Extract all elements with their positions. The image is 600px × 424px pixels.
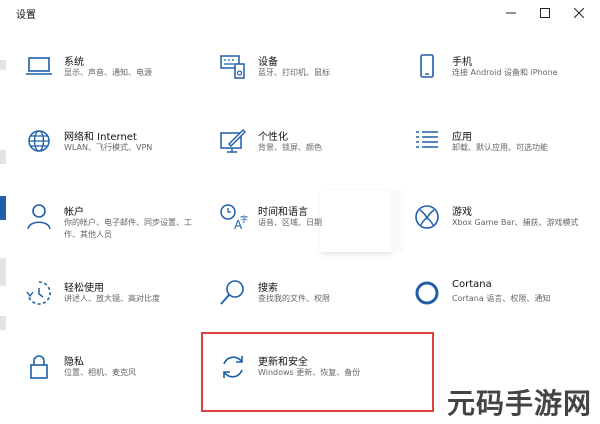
tile-search[interactable]: 搜索 查找我的文件、权限 <box>218 278 393 326</box>
tile-name: 手机 <box>452 57 472 68</box>
tile-phone[interactable]: 手机 连接 Android 设备和 iPhone <box>412 52 587 100</box>
tile-cortana[interactable]: Cortana Cortana 语言、权限、通知 <box>412 278 587 326</box>
tile-accounts[interactable]: 帐户 你的帐户、电子邮件、同步设置、工作、其他人员 <box>24 202 199 250</box>
person-icon <box>24 202 54 232</box>
laptop-icon <box>24 52 54 82</box>
background-window-edge <box>0 258 6 286</box>
tile-description: Windows 更新、恢复、备份 <box>258 368 361 377</box>
minimize-icon <box>506 12 516 14</box>
window-title: 设置 <box>16 10 36 21</box>
close-icon <box>574 8 584 18</box>
close-button[interactable] <box>562 0 596 26</box>
background-window-edge <box>0 60 6 70</box>
tile-description: 查找我的文件、权限 <box>258 294 330 303</box>
tile-name: 更新和安全 <box>258 357 308 368</box>
tile-description: Xbox Game Bar、捕获、游戏模式 <box>452 218 579 227</box>
time-language-icon: A字 <box>218 202 248 232</box>
personalization-icon <box>218 127 248 157</box>
tile-time-language[interactable]: A字 时间和语言 语音、区域、日期 <box>218 202 393 250</box>
background-window-edge <box>0 196 6 220</box>
ease-of-access-icon <box>24 278 54 308</box>
apps-icon <box>412 127 442 157</box>
tile-name: 系统 <box>64 57 84 68</box>
svg-text:字: 字 <box>240 214 248 224</box>
tile-name: 应用 <box>452 132 472 143</box>
watermark: 元码手游网 <box>446 387 592 420</box>
tile-name: 隐私 <box>64 357 84 368</box>
tile-name: 轻松使用 <box>64 283 104 294</box>
minimize-button[interactable] <box>494 0 528 26</box>
tile-apps[interactable]: 应用 卸载、默认应用、可选功能 <box>412 127 587 175</box>
tile-description: 位置、相机、麦克风 <box>64 368 136 377</box>
search-icon <box>218 278 248 308</box>
tile-privacy[interactable]: 隐私 位置、相机、麦克风 <box>24 352 199 400</box>
tile-description: 连接 Android 设备和 iPhone <box>452 68 558 77</box>
update-sync-icon <box>218 352 248 382</box>
tile-description: 蓝牙、打印机、鼠标 <box>258 68 330 77</box>
tile-name: 个性化 <box>258 132 288 143</box>
settings-window: 设置 系统 显示、声音、通知、电源 设备 蓝牙、打印机、鼠标 手机 连接 And… <box>0 0 600 424</box>
tile-personalization[interactable]: 个性化 背景、锁屏、颜色 <box>218 127 393 175</box>
tile-name: 时间和语言 <box>258 207 308 218</box>
cortana-icon <box>412 278 442 308</box>
globe-icon <box>24 127 54 157</box>
maximize-button[interactable] <box>528 0 562 26</box>
maximize-icon <box>540 8 550 18</box>
tile-update-security[interactable]: 更新和安全 Windows 更新、恢复、备份 <box>218 352 393 400</box>
tile-description: 卸载、默认应用、可选功能 <box>452 143 548 152</box>
tile-network[interactable]: 网络和 Internet WLAN、飞行模式、VPN <box>24 127 199 175</box>
tile-name: 设备 <box>258 57 278 68</box>
devices-icon <box>218 52 248 82</box>
title-bar: 设置 <box>0 0 600 26</box>
tile-description: 背景、锁屏、颜色 <box>258 143 322 152</box>
tile-description: 显示、声音、通知、电源 <box>64 68 152 77</box>
phone-icon <box>412 52 442 82</box>
tile-name: 搜索 <box>258 283 278 294</box>
tile-name: Cortana <box>452 279 492 290</box>
tile-name: 帐户 <box>64 207 84 218</box>
tile-name: 网络和 Internet <box>64 132 137 143</box>
lock-icon <box>24 352 54 382</box>
tile-devices[interactable]: 设备 蓝牙、打印机、鼠标 <box>218 52 393 100</box>
tile-description: 讲述人、放大镜、高对比度 <box>64 294 160 303</box>
background-window-edge <box>0 150 6 164</box>
background-window-edge <box>0 316 6 330</box>
tile-name: 游戏 <box>452 207 472 218</box>
tile-gaming[interactable]: 游戏 Xbox Game Bar、捕获、游戏模式 <box>412 202 587 250</box>
tile-description: Cortana 语言、权限、通知 <box>452 294 551 303</box>
xbox-icon <box>412 202 442 232</box>
tile-description: 你的帐户、电子邮件、同步设置、工作、其他人员 <box>64 218 192 239</box>
tile-description: WLAN、飞行模式、VPN <box>64 143 153 152</box>
tile-description: 语音、区域、日期 <box>258 218 322 227</box>
tile-system[interactable]: 系统 显示、声音、通知、电源 <box>24 52 199 100</box>
tile-ease-of-access[interactable]: 轻松使用 讲述人、放大镜、高对比度 <box>24 278 199 326</box>
